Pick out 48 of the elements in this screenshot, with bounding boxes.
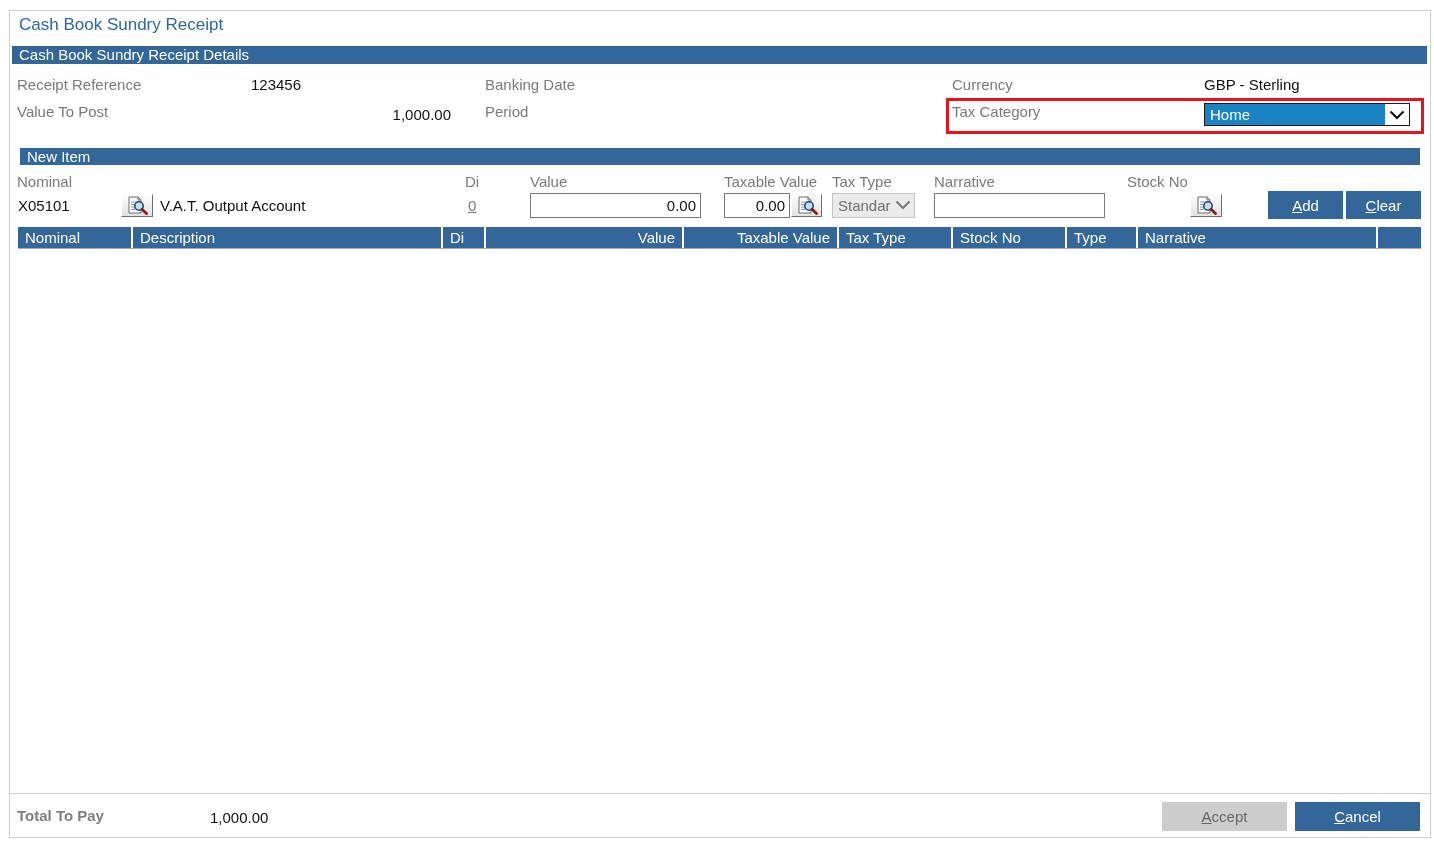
section-heading: New Item (20, 148, 1420, 165)
field-label: Di (465, 173, 480, 191)
total-value: 1,000.00 (210, 809, 269, 826)
field-label: Tax Category (952, 103, 1042, 121)
field-value: GBP - Sterling (1204, 76, 1300, 94)
column-header: Value (486, 227, 684, 248)
column-header: Type (1067, 227, 1138, 248)
lookup-button[interactable] (1190, 193, 1222, 217)
column-header: Tax Type (839, 227, 953, 248)
amount-input[interactable]: 0.00 (530, 192, 701, 218)
field-label: Receipt Reference (17, 76, 143, 94)
field-value: 123456 (251, 76, 302, 94)
account-description: V.A.T. Output Account (160, 196, 306, 214)
field-label: Value (530, 173, 568, 191)
column-header: Stock No (953, 227, 1067, 248)
field-label: Nominal (17, 173, 73, 191)
column-header: Taxable Value (684, 227, 839, 248)
section-heading: Cash Book Sundry Receipt Details (12, 46, 1427, 64)
di-link[interactable]: 0 (468, 196, 477, 214)
amount-input[interactable]: 0.00 (724, 192, 790, 218)
text-input[interactable] (934, 192, 1105, 218)
window-title: Cash Book Sundry Receipt (18, 14, 225, 36)
column-header: Nominal (18, 227, 133, 248)
chevron-down-icon (1389, 109, 1405, 120)
column-header: Narrative (1138, 227, 1378, 248)
column-header: Di (443, 227, 486, 248)
lookup-button[interactable] (121, 193, 153, 217)
field-label: Value To Post (17, 103, 110, 121)
document-search-icon (795, 195, 818, 215)
column-header: Description (133, 227, 443, 248)
clear-button[interactable]: Clear (1346, 191, 1421, 219)
amount-value: 1,000.00 (391, 106, 451, 124)
total-label: Total To Pay (17, 807, 105, 824)
nominal-code: X05101 (17, 196, 71, 214)
field-label: Banking Date (485, 76, 576, 94)
chevron-down-icon (895, 200, 911, 210)
field-label: Currency (952, 76, 1014, 94)
field-label: Stock No (1127, 173, 1188, 191)
document-search-icon (1195, 195, 1217, 215)
field-label: Period (485, 103, 529, 121)
add-button[interactable]: Add (1268, 191, 1343, 219)
field-label: Narrative (934, 173, 995, 191)
document-search-icon (126, 195, 148, 215)
lookup-button[interactable] (791, 193, 822, 217)
cancel-button[interactable]: Cancel (1295, 802, 1420, 831)
field-label: Taxable Value (724, 173, 818, 191)
tax-category-select[interactable]: Home (1204, 103, 1410, 126)
field-label: Tax Type (832, 173, 892, 191)
